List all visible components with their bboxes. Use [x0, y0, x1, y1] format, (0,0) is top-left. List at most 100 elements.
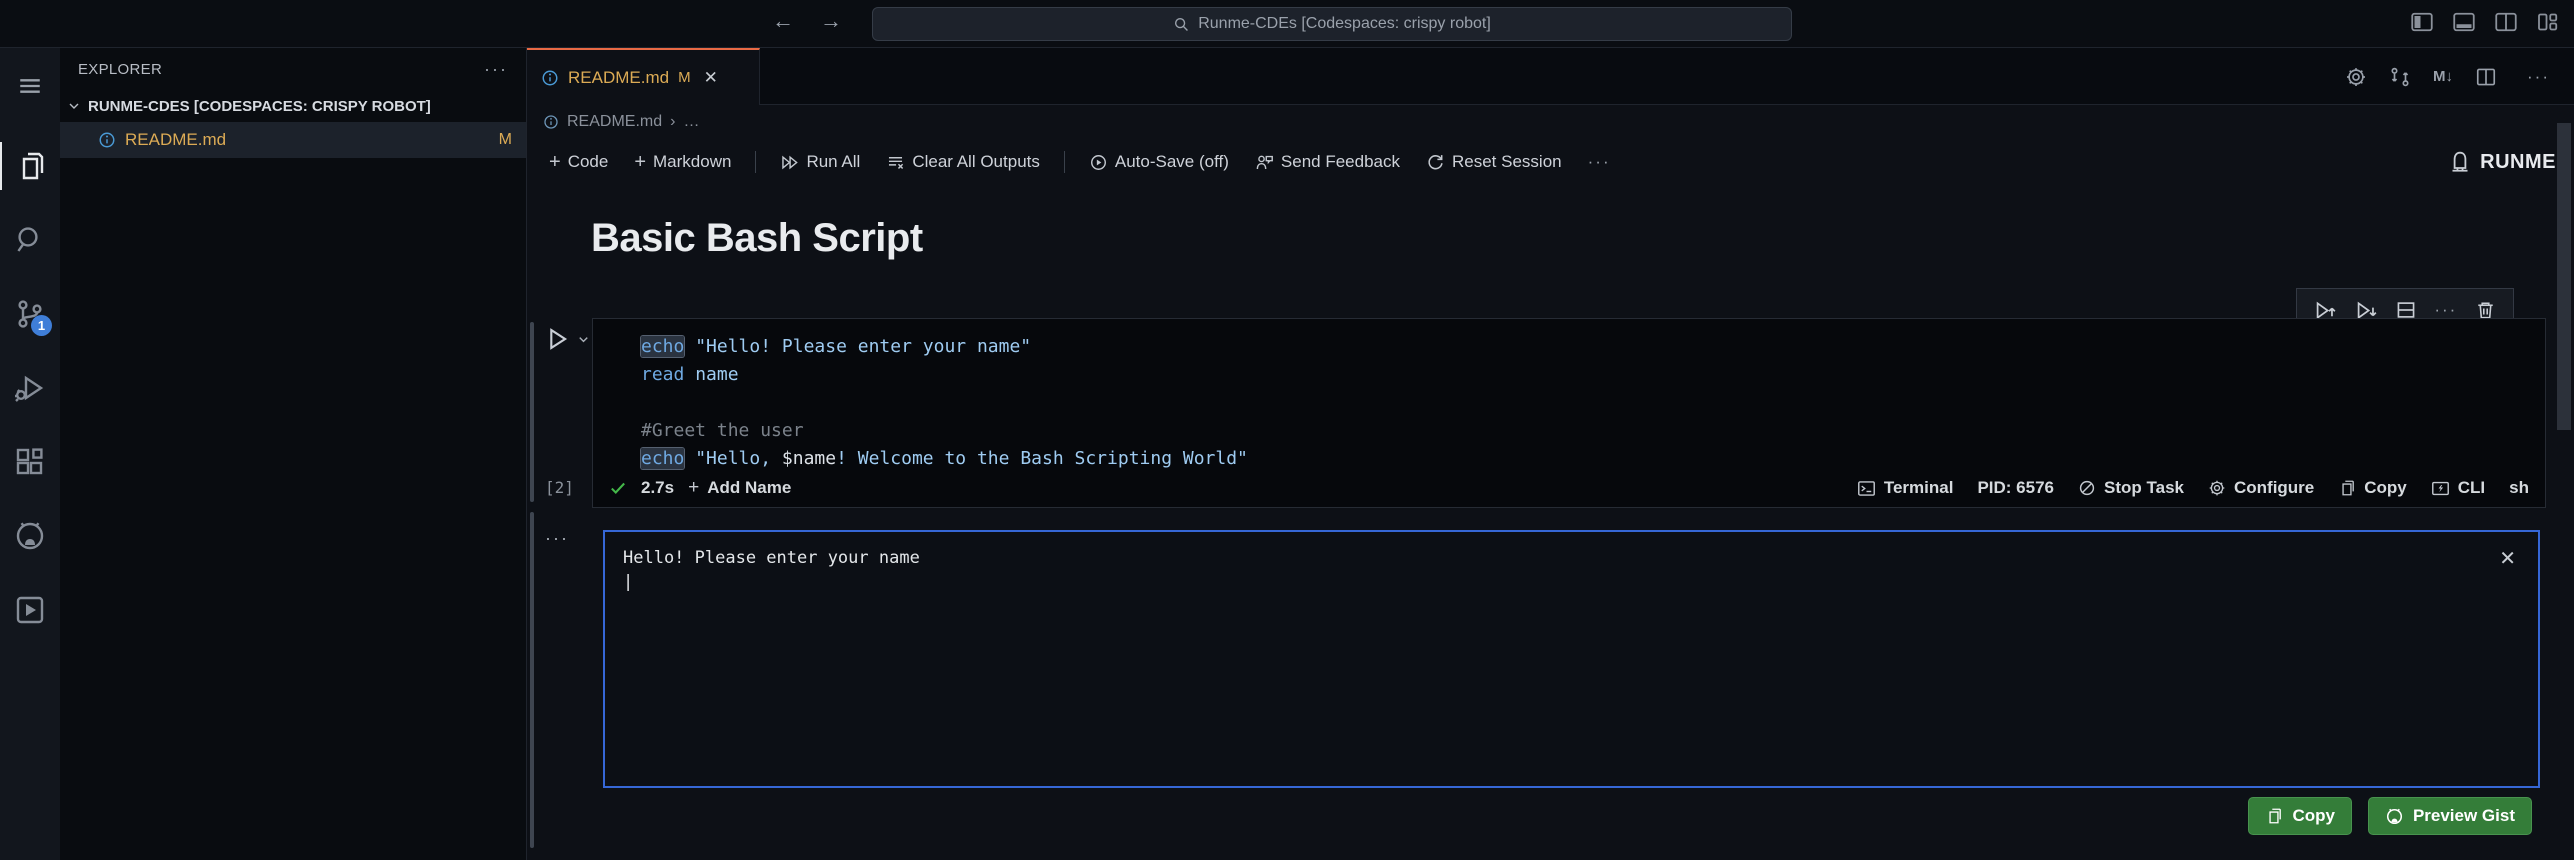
cell-focus-bar — [530, 322, 534, 502]
shell-type-label[interactable]: sh — [2509, 478, 2529, 498]
sidebar-item-search[interactable] — [0, 216, 60, 264]
github-icon — [2385, 807, 2404, 826]
copy-output-button[interactable]: Copy — [2248, 797, 2352, 835]
compare-changes-icon[interactable] — [2389, 66, 2411, 88]
scm-badge: 1 — [31, 315, 52, 336]
breadcrumb[interactable]: README.md › … — [527, 105, 2574, 139]
gear-icon — [2208, 479, 2226, 497]
notebook-toolbar: + Code + Markdown Run All Clear All Outp… — [527, 139, 2574, 185]
tab-close-icon[interactable]: ✕ — [704, 68, 718, 88]
run-options-chevron-icon[interactable] — [576, 332, 591, 347]
search-icon — [1173, 16, 1190, 33]
workspace-section-label: RUNME-CDES [CODESPACES: CRISPY ROBOT] — [88, 97, 431, 115]
chevron-down-icon — [66, 98, 82, 114]
breadcrumb-separator: › — [670, 113, 676, 130]
run-all-button[interactable]: Run All — [772, 148, 868, 176]
sidebar-item-source-control[interactable]: 1 — [0, 290, 60, 338]
cell-more-icon[interactable]: ··· — [2434, 300, 2457, 320]
gear-icon[interactable] — [2345, 66, 2367, 88]
info-icon — [543, 114, 559, 130]
close-output-icon[interactable]: ✕ — [2499, 546, 2516, 571]
tab-bar: README.md M ✕ M↓ ··· — [527, 48, 2574, 105]
runme-logo-icon — [2448, 150, 2472, 174]
output-line: Hello! Please enter your name — [623, 548, 920, 568]
explorer-title: EXPLORER — [78, 60, 163, 78]
pid-label: PID: 6576 — [1977, 478, 2054, 497]
terminal-button[interactable]: Terminal — [1857, 478, 1953, 498]
nav-back-icon[interactable]: ← — [772, 8, 794, 34]
cli-icon — [2431, 479, 2450, 498]
customize-layout-icon[interactable] — [2536, 10, 2560, 34]
cell-status-bar: 2.7s + Add Name Terminal PID: 6576 Stop … — [593, 469, 2545, 507]
runme-brand: RUNME — [2448, 139, 2556, 185]
tab-modified-badge: M — [678, 69, 691, 86]
add-code-button[interactable]: + Code — [541, 147, 616, 178]
info-icon — [541, 69, 559, 87]
success-check-icon — [609, 479, 627, 497]
circle-play-icon — [1089, 153, 1108, 172]
command-center-label: Runme-CDEs [Codespaces: crispy robot] — [1198, 15, 1491, 32]
sidebar-item-run-debug[interactable] — [0, 364, 60, 412]
vscode-window: ← → Runme-CDEs [Codespaces: crispy robot… — [0, 0, 2574, 860]
stop-icon — [2078, 479, 2096, 497]
cell-duration: 2.7s — [641, 478, 675, 497]
runme-brand-label: RUNME — [2480, 150, 2556, 173]
info-icon — [98, 131, 116, 149]
plus-icon: + — [688, 477, 700, 498]
file-name: README.md — [125, 130, 227, 149]
toggle-secondary-sidebar-icon[interactable] — [2494, 10, 2518, 34]
clear-all-outputs-button[interactable]: Clear All Outputs — [878, 148, 1048, 176]
copy-icon — [2265, 807, 2283, 825]
modified-badge: M — [498, 131, 512, 148]
plus-icon: + — [634, 150, 647, 173]
explorer-sidebar: EXPLORER ··· RUNME-CDES [CODESPACES: CRI… — [60, 48, 527, 860]
workspace-section-header[interactable]: RUNME-CDES [CODESPACES: CRISPY ROBOT] — [60, 90, 526, 122]
add-name-button[interactable]: + Add Name — [688, 477, 791, 499]
code-cell[interactable]: echo "Hello! Please enter your name" read… — [592, 318, 2546, 508]
plus-icon: + — [549, 150, 561, 173]
output-focus-bar — [530, 512, 534, 848]
breadcrumb-more[interactable]: … — [683, 113, 699, 131]
preview-gist-button[interactable]: Preview Gist — [2367, 797, 2532, 835]
send-feedback-button[interactable]: Send Feedback — [1247, 148, 1408, 176]
toggle-sidebar-icon[interactable] — [2410, 10, 2434, 34]
terminal-cursor: | — [623, 572, 634, 592]
toggle-panel-icon[interactable] — [2452, 10, 2476, 34]
toolbar-more-icon[interactable]: ··· — [1580, 152, 1619, 172]
nav-forward-icon[interactable]: → — [820, 8, 842, 34]
output-more-icon[interactable]: ··· — [545, 528, 569, 549]
terminal-icon — [1857, 479, 1876, 498]
add-markdown-button[interactable]: + Markdown — [626, 147, 739, 178]
run-cell-button[interactable] — [544, 326, 570, 352]
auto-save-toggle[interactable]: Auto-Save (off) — [1081, 148, 1237, 176]
sidebar-item-runme[interactable] — [0, 586, 60, 634]
sidebar-item-explorer[interactable] — [0, 142, 60, 190]
breadcrumb-file[interactable]: README.md — [567, 113, 662, 131]
editor-more-icon[interactable]: ··· — [2519, 67, 2558, 87]
execution-count: [2] — [545, 478, 574, 497]
file-row-readme[interactable]: README.md M — [60, 122, 526, 158]
sidebar-item-github[interactable] — [0, 512, 60, 560]
activity-bar: 1 — [0, 48, 60, 860]
cli-button[interactable]: CLI — [2431, 478, 2485, 498]
run-all-icon — [780, 153, 799, 172]
toolbar-separator — [755, 151, 757, 173]
clear-outputs-icon — [886, 153, 905, 172]
title-bar: ← → Runme-CDEs [Codespaces: crispy robot… — [0, 0, 2574, 48]
markdown-preview-icon[interactable]: M↓ — [2433, 68, 2453, 85]
reset-icon — [1426, 153, 1445, 172]
sidebar-item-extensions[interactable] — [0, 438, 60, 486]
configure-button[interactable]: Configure — [2208, 478, 2314, 498]
tab-readme[interactable]: README.md M ✕ — [527, 48, 760, 105]
split-editor-icon[interactable] — [2475, 66, 2497, 88]
reset-session-button[interactable]: Reset Session — [1418, 148, 1570, 176]
copy-icon — [2338, 479, 2356, 497]
terminal-output[interactable]: Hello! Please enter your name | ✕ — [603, 530, 2540, 788]
copy-cell-button[interactable]: Copy — [2338, 478, 2407, 498]
stop-task-button[interactable]: Stop Task — [2078, 478, 2184, 498]
explorer-more-icon[interactable]: ··· — [484, 59, 508, 80]
code-editor[interactable]: echo "Hello! Please enter your name" read… — [641, 333, 2535, 473]
editor-scrollbar[interactable] — [2557, 123, 2571, 430]
command-center-search[interactable]: Runme-CDEs [Codespaces: crispy robot] — [872, 7, 1792, 41]
menu-icon[interactable] — [0, 62, 60, 110]
